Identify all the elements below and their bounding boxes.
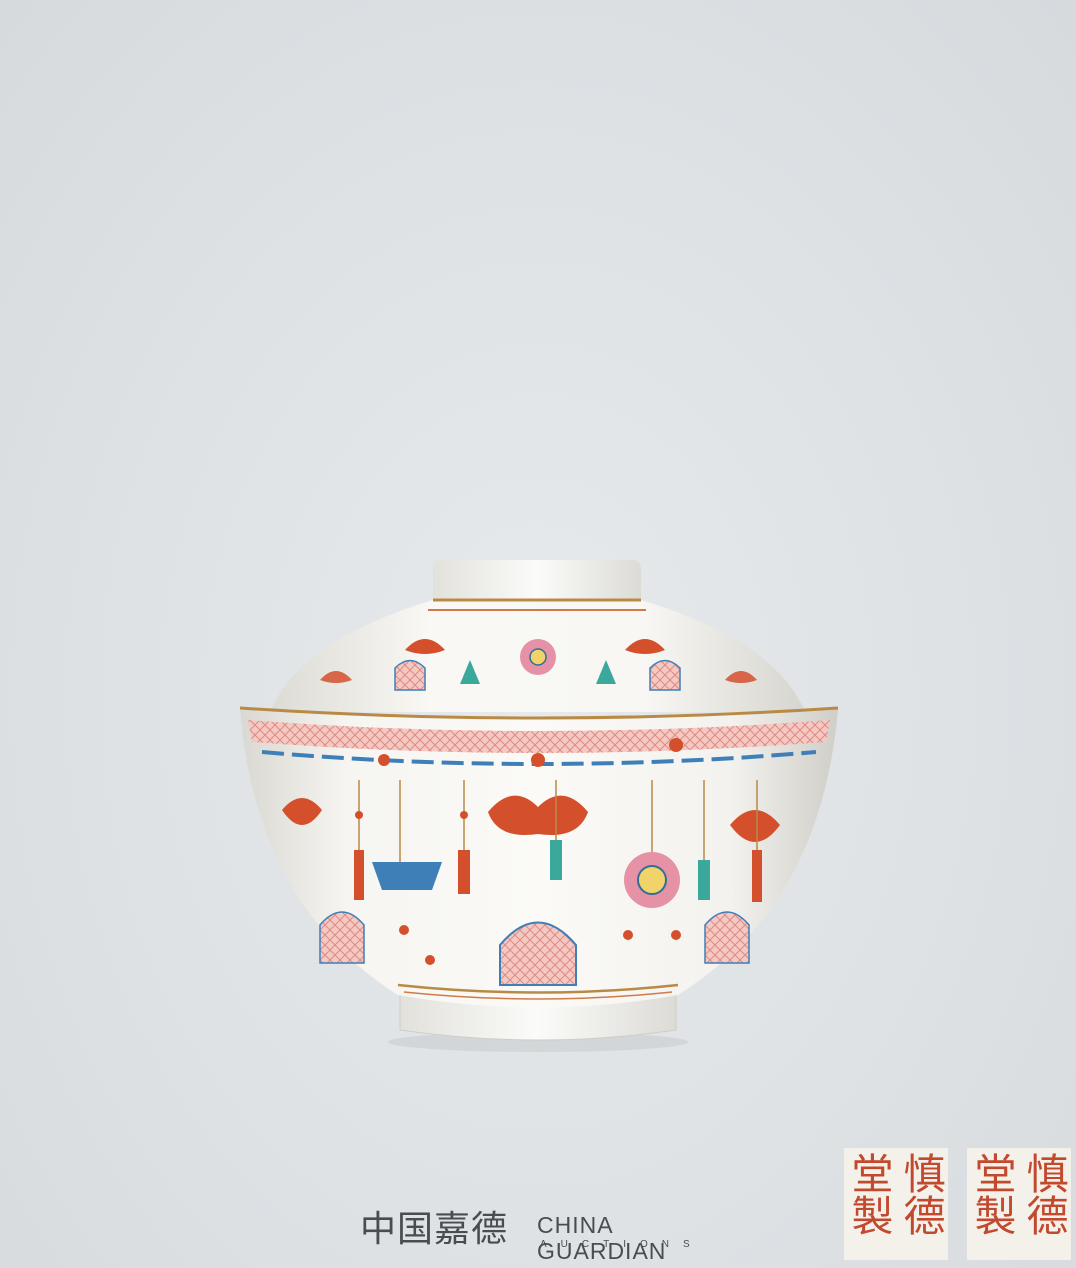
reign-mark-right-column: 慎德 [897, 1152, 946, 1236]
reign-mark-left-column: 堂製 [968, 1152, 1017, 1236]
covered-bowl-photo [239, 560, 839, 1052]
reign-mark-right-column: 慎德 [1020, 1152, 1069, 1236]
reign-mark-left-column: 堂製 [845, 1152, 894, 1236]
reign-mark-inset-2: 慎德 堂製 [967, 1148, 1071, 1260]
logo-english-name: CHINA GUARDIAN [537, 1212, 667, 1264]
logo-chinese-name: 中国嘉德 [360, 1209, 509, 1250]
reign-mark-inset-1: 慎德 堂製 [844, 1148, 948, 1260]
logo-english-sub: AUCTIONS [540, 1239, 704, 1250]
china-guardian-logo: 中国嘉德 CHINA GUARDIAN AUCTIONS [360, 1208, 740, 1264]
